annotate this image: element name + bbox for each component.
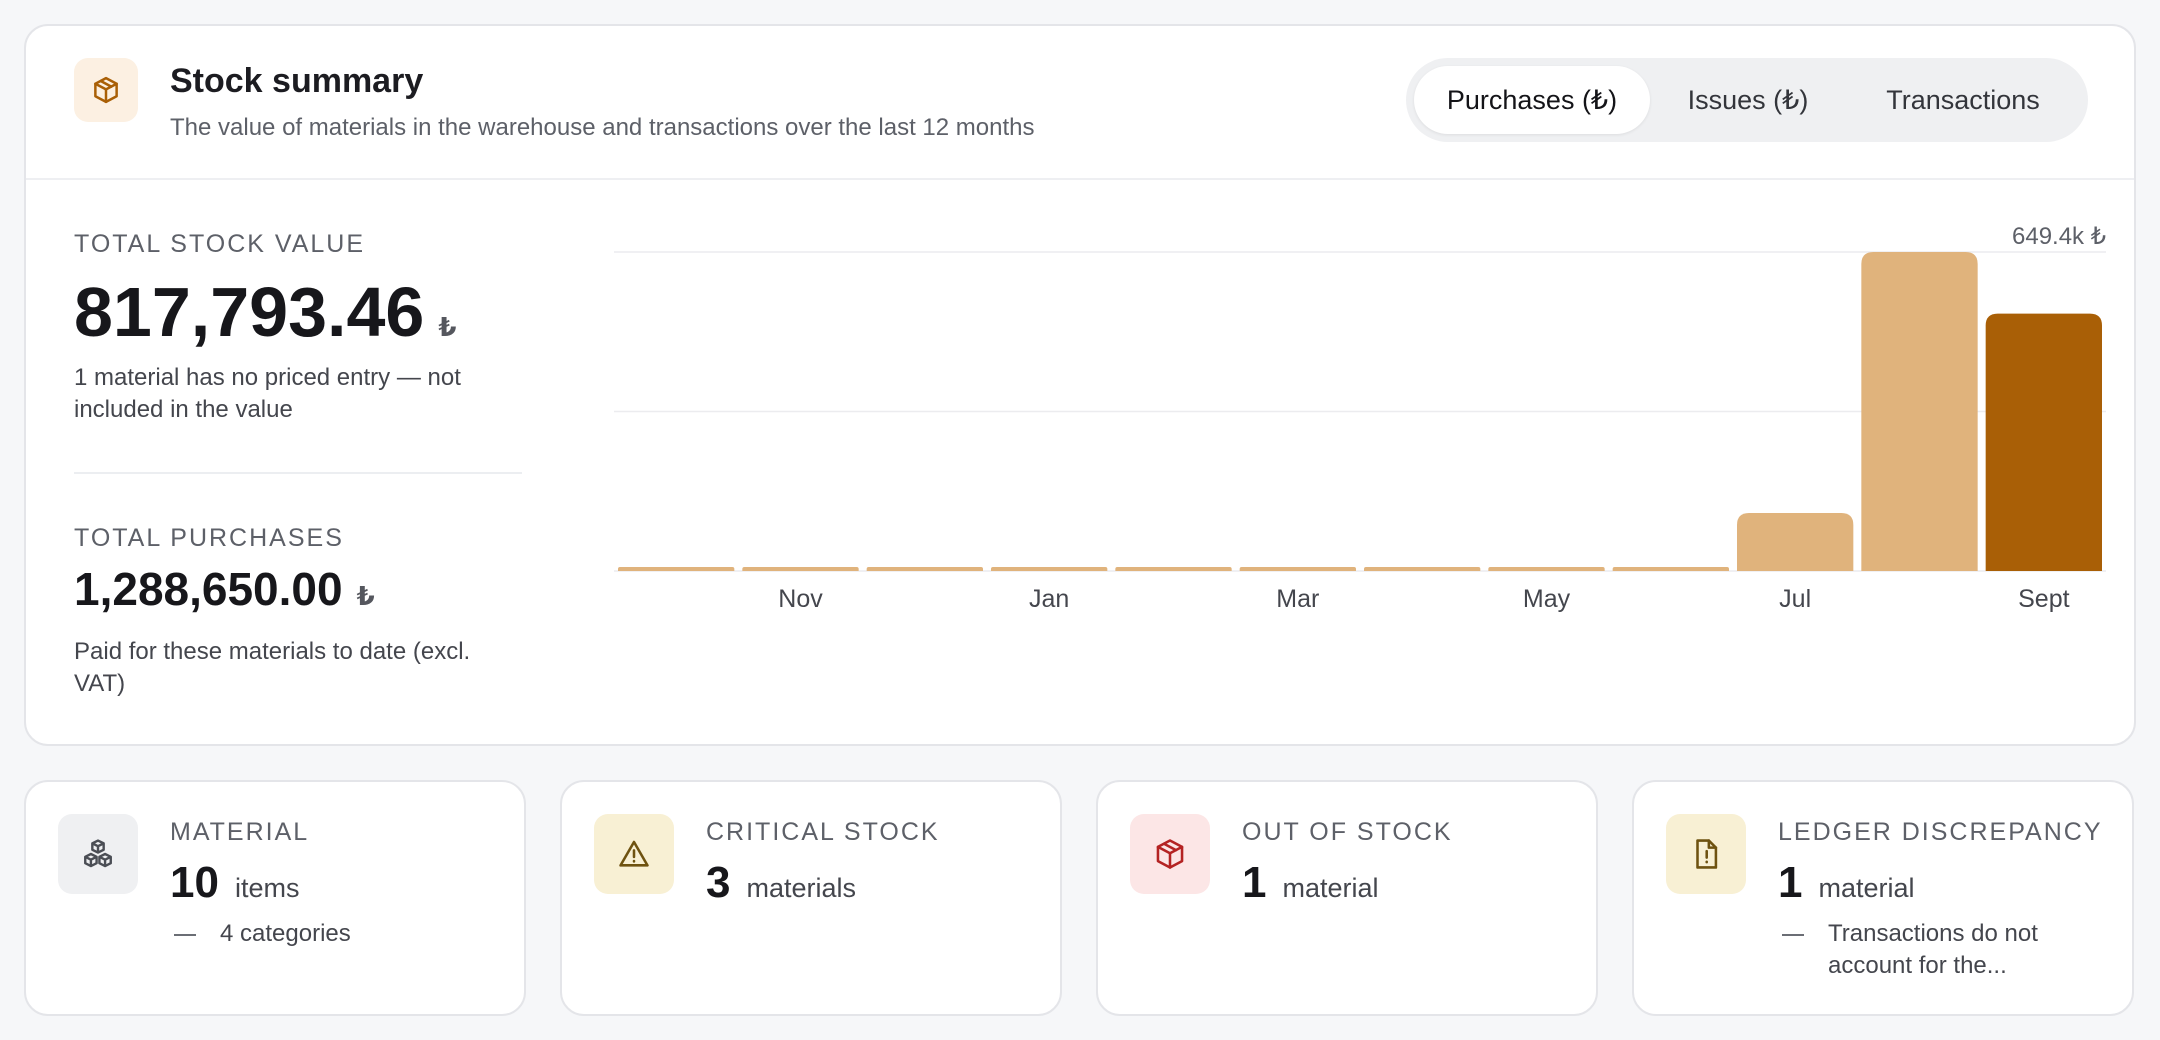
chart-bar-dec[interactable]	[866, 567, 983, 571]
kpi-number: 1	[1242, 858, 1267, 907]
kpi-label: Out of stock	[1242, 818, 1453, 846]
kpi-value: 10 items	[170, 858, 299, 908]
total-purchases-label: Total purchases	[74, 524, 344, 552]
chart-tick-label: Sept	[2018, 585, 2069, 613]
chart-tick-label: Mar	[1276, 585, 1319, 613]
chart-bar-nov[interactable]	[742, 567, 859, 571]
chart-tick-label: Nov	[778, 585, 823, 613]
cubes-icon	[58, 814, 138, 894]
file-alert-icon	[1666, 814, 1746, 894]
summary-title: Stock summary	[170, 62, 424, 100]
total-stock-label: Total stock value	[74, 230, 366, 258]
total-purchases-amount: 1,288,650.00	[74, 563, 343, 615]
tab-purchases[interactable]: Purchases (₺)	[1414, 66, 1650, 134]
kpi-value: 1 material	[1242, 858, 1379, 908]
chart-bar-aug[interactable]	[1861, 252, 1978, 571]
chart-bar-sept[interactable]	[1985, 313, 2102, 571]
kpi-card-out-of-stock[interactable]: Out of stock 1 material	[1096, 780, 1598, 1016]
kpi-card-critical-stock[interactable]: Critical stock 3 materials	[560, 780, 1062, 1016]
kpi-label: Ledger discrepancy	[1778, 818, 2103, 846]
chart-bar-jul[interactable]	[1737, 513, 1854, 571]
stock-summary-card: Stock summary The value of materials in …	[24, 24, 2136, 746]
package-icon	[74, 58, 138, 122]
kpi-note-text: 4 categories	[220, 920, 351, 947]
summary-subtitle: The value of materials in the warehouse …	[170, 114, 1035, 141]
total-stock-amount: 817,793.46	[74, 273, 425, 351]
kpi-note: 4 categories	[170, 918, 500, 950]
kpi-unit: material	[1818, 873, 1915, 903]
total-stock-value: 817,793.46 ₺	[74, 272, 456, 352]
kpi-unit: items	[234, 873, 300, 903]
kpi-label: Material	[170, 818, 310, 846]
purchases-bar-chart: 649.4k ₺ Nov Jan Mar May Jul Sept	[614, 223, 2106, 613]
chart-bar-jun[interactable]	[1612, 567, 1729, 571]
kpi-note-text: Transactions do not account for the...	[1828, 920, 2038, 979]
tab-issues[interactable]: Issues (₺)	[1664, 66, 1832, 134]
kpi-unit: materials	[746, 873, 857, 903]
chart-tick-label: Jul	[1779, 585, 1811, 613]
total-stock-currency: ₺	[438, 312, 457, 342]
dash-icon	[1782, 934, 1804, 936]
chart-bar-jan[interactable]	[991, 567, 1108, 571]
stats-divider	[74, 472, 522, 474]
chart-tick-label: May	[1523, 585, 1571, 613]
kpi-number: 1	[1778, 858, 1803, 907]
tab-transactions[interactable]: Transactions	[1850, 66, 2076, 134]
chart-bar-may[interactable]	[1488, 567, 1605, 571]
kpi-note: Transactions do not account for the...	[1778, 918, 2108, 982]
kpi-unit: material	[1282, 873, 1379, 903]
total-purchases-note: Paid for these materials to date (excl. …	[74, 638, 471, 697]
kpi-number: 3	[706, 858, 731, 907]
total-stock-note: 1 material has no priced entry — not inc…	[74, 364, 461, 423]
dash-icon	[174, 934, 196, 936]
total-purchases-value: 1,288,650.00 ₺	[74, 562, 375, 616]
chart-max-label: 649.4k ₺	[2012, 223, 2106, 250]
chart-bar-apr[interactable]	[1364, 567, 1481, 571]
total-purchases-currency: ₺	[356, 581, 375, 611]
warning-icon	[594, 814, 674, 894]
kpi-card-ledger-discrepancy[interactable]: Ledger discrepancy 1 material Transactio…	[1632, 780, 2134, 1016]
kpi-label: Critical stock	[706, 818, 940, 846]
chart-bar-feb[interactable]	[1115, 567, 1232, 571]
chart-tick-label: Jan	[1029, 585, 1069, 613]
kpi-card-material[interactable]: Material 10 items 4 categories	[24, 780, 526, 1016]
kpi-value: 1 material	[1778, 858, 1915, 908]
kpi-number: 10	[170, 858, 219, 907]
chart-mode-tabs: Purchases (₺) Issues (₺) Transactions	[1406, 58, 2088, 142]
chart-bar-mar[interactable]	[1239, 567, 1356, 571]
kpi-value: 3 materials	[706, 858, 856, 908]
box-alert-icon	[1130, 814, 1210, 894]
chart-bar-oct[interactable]	[618, 567, 735, 571]
summary-header: Stock summary The value of materials in …	[26, 26, 2134, 180]
